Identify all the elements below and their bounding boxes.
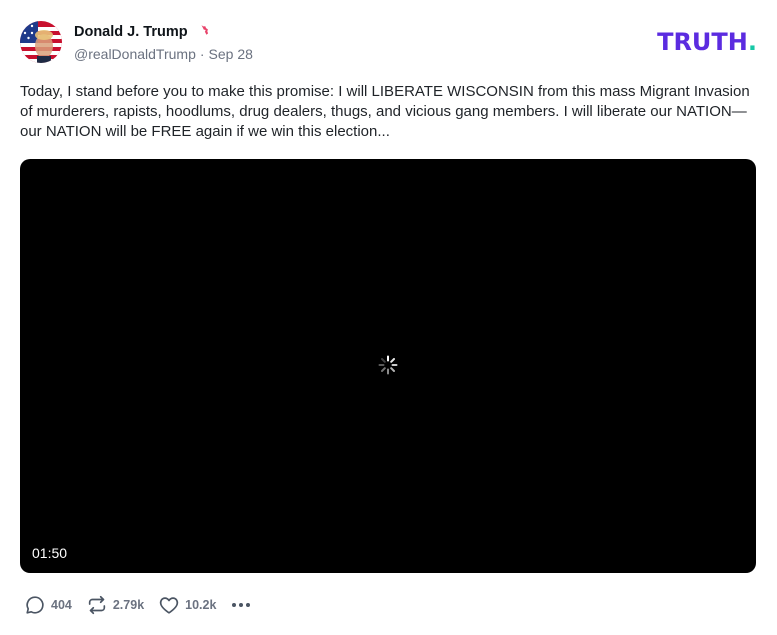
video-duration: 01:50 xyxy=(32,545,68,561)
author-name[interactable]: Donald J. Trump xyxy=(74,24,188,40)
brand-name: TRUTH xyxy=(657,28,748,56)
video-player[interactable]: 01:50 xyxy=(20,159,756,573)
loading-spinner-icon xyxy=(378,355,398,375)
retruth-button[interactable]: 2.79k xyxy=(86,594,144,616)
heart-icon xyxy=(159,597,179,614)
more-icon[interactable] xyxy=(232,595,251,615)
verified-badge-icon xyxy=(197,24,208,36)
more-dot xyxy=(246,603,251,607)
author-handle[interactable]: @realDonaldTrump xyxy=(74,46,196,62)
avatar-image xyxy=(20,21,62,63)
retruth-count: 2.79k xyxy=(112,598,145,612)
like-button[interactable]: 10.2k xyxy=(158,594,216,616)
like-count: 10.2k xyxy=(185,598,217,612)
brand-dot: . xyxy=(747,28,757,56)
reply-button[interactable]: 404 xyxy=(24,594,72,616)
post-date[interactable]: Sep 28 xyxy=(209,46,253,62)
author-meta: @realDonaldTrump · Sep 28 xyxy=(74,46,253,62)
post-text: Today, I stand before you to make this p… xyxy=(20,83,750,140)
meta-separator: · xyxy=(199,46,205,62)
truth-logo[interactable]: TRUTH. xyxy=(657,28,757,56)
reply-icon xyxy=(26,596,44,614)
more-dot xyxy=(239,603,244,607)
author-name-row: Donald J. Trump xyxy=(74,23,210,41)
truth-post: Donald J. Trump @realDonaldTrump · Sep 28 … xyxy=(0,0,777,635)
repost-icon xyxy=(88,595,106,615)
reply-count: 404 xyxy=(51,598,72,612)
avatar[interactable] xyxy=(20,21,62,63)
more-dot xyxy=(232,603,237,607)
post-actions: 404 2.79k 10.2k xyxy=(24,592,251,618)
